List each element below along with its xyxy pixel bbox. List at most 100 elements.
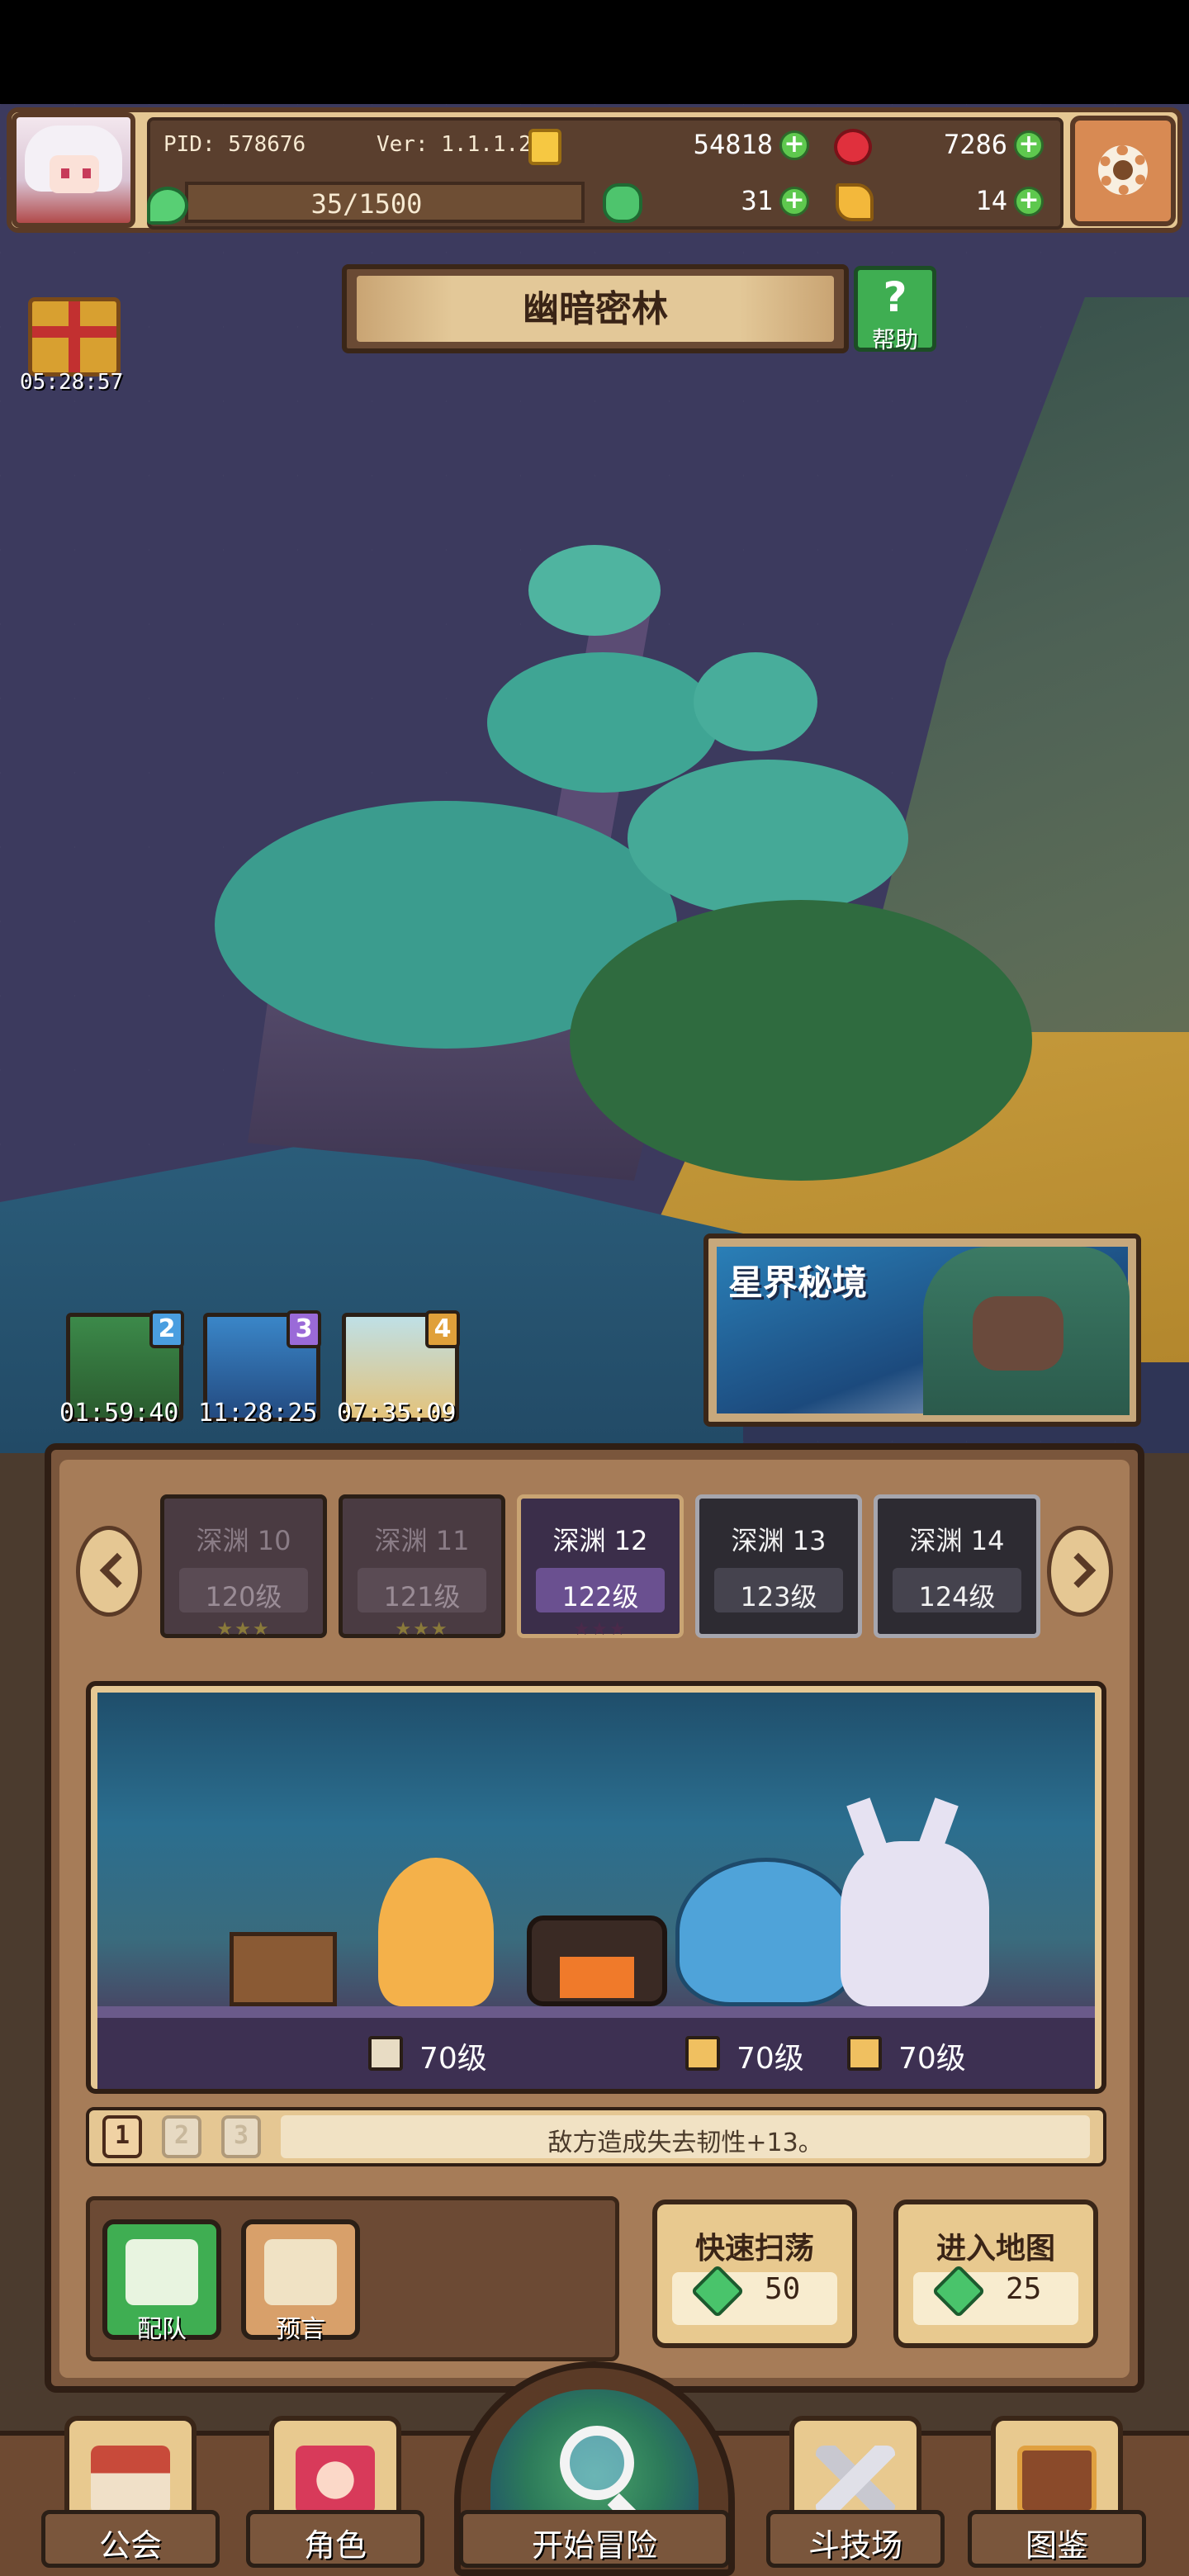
avatar-eye bbox=[83, 168, 91, 178]
gold-amount: 54818 bbox=[693, 129, 773, 160]
forest-canopy bbox=[487, 652, 718, 793]
portal-timer: 11:28:25 bbox=[198, 1399, 318, 1428]
character-icon bbox=[296, 2446, 375, 2515]
player-id: PID: 578676 bbox=[163, 132, 306, 157]
stage-name: 深渊 12 bbox=[552, 1525, 648, 1556]
settings-button[interactable] bbox=[1070, 116, 1176, 226]
enter-map-label: 进入地图 bbox=[936, 2232, 1055, 2266]
add-clover-button[interactable]: + bbox=[779, 187, 809, 216]
team-icon bbox=[126, 2239, 198, 2305]
nav-guild-label: 公会 bbox=[98, 2527, 162, 2564]
help-label: 帮助 bbox=[871, 326, 918, 353]
bow-icon bbox=[847, 2036, 882, 2071]
buff-tab-1[interactable]: 1 bbox=[102, 2115, 142, 2158]
add-ruby-button[interactable]: + bbox=[1014, 130, 1044, 160]
gold-coin-icon bbox=[528, 129, 561, 165]
crate-enemy bbox=[230, 1932, 337, 2006]
nav-codex-label: 图鉴 bbox=[1025, 2527, 1088, 2564]
status-bar bbox=[0, 0, 1189, 104]
crossed-swords-icon bbox=[816, 2446, 895, 2515]
clover-icon bbox=[603, 183, 642, 223]
stage-card-abyss-13[interactable]: 深渊 13 123级 bbox=[695, 1494, 862, 1638]
rabbit-mage-enemy bbox=[841, 1841, 989, 2006]
ruby-icon bbox=[834, 129, 872, 165]
medusa-face bbox=[973, 1296, 1063, 1371]
ruby-amount: 7286 bbox=[943, 129, 1007, 160]
forest-canopy bbox=[528, 545, 661, 636]
forest-canopy bbox=[694, 652, 817, 751]
portal-timer: 07:35:09 bbox=[337, 1399, 457, 1428]
key-amount: 14 bbox=[975, 185, 1007, 216]
sweep-cost-box bbox=[672, 2272, 837, 2325]
clover-amount: 31 bbox=[741, 185, 773, 216]
stage-name: 深渊 10 bbox=[196, 1525, 291, 1556]
astral-realm-title: 星界秘境 bbox=[728, 1262, 868, 1303]
stamina-value: 35/1500 bbox=[310, 188, 423, 220]
quick-sweep-button[interactable] bbox=[652, 2200, 857, 2348]
stage-card-abyss-11[interactable]: 深渊 11 121级 ★★★ bbox=[339, 1494, 505, 1640]
buff-tab-2[interactable]: 2 bbox=[162, 2115, 201, 2158]
crystal-ball-icon bbox=[264, 2239, 337, 2305]
quick-sweep-label: 快速扫荡 bbox=[694, 2232, 814, 2266]
enter-cost: 25 bbox=[1006, 2272, 1042, 2306]
book-icon bbox=[1017, 2446, 1097, 2515]
gift-timer: 05:28:57 bbox=[20, 370, 124, 395]
question-icon: ? bbox=[883, 273, 907, 321]
game-scene: PID: 578676 Ver: 1.1.1.2 54818 + 7286 + … bbox=[0, 0, 1189, 2576]
guild-icon bbox=[91, 2446, 170, 2515]
cauldron-fire bbox=[560, 1957, 634, 1998]
battle-preview-scene bbox=[97, 1693, 1095, 2023]
magnifier-icon bbox=[560, 2426, 634, 2500]
add-gold-button[interactable]: + bbox=[779, 130, 809, 160]
stage-level: 122级 bbox=[561, 1581, 639, 1612]
prophecy-label: 预言 bbox=[276, 2315, 325, 2344]
stage-level: 123级 bbox=[740, 1581, 817, 1612]
stage-stars: ★★★ bbox=[573, 1619, 628, 1640]
forest-canopy bbox=[628, 760, 908, 916]
stage-card-abyss-10[interactable]: 深渊 10 120级 ★★★ bbox=[160, 1494, 327, 1640]
stage-level: 124级 bbox=[918, 1581, 996, 1612]
shield-icon bbox=[368, 2036, 403, 2071]
enter-cost-box bbox=[913, 2272, 1078, 2325]
chevron-right-icon bbox=[1060, 1552, 1097, 1589]
avatar-eye bbox=[61, 168, 69, 178]
portal-timer: 01:59:40 bbox=[59, 1399, 179, 1428]
next-stage-arrow[interactable] bbox=[1047, 1526, 1113, 1617]
stage-card-abyss-14[interactable]: 深渊 14 124级 bbox=[874, 1494, 1040, 1638]
stage-level: 121级 bbox=[383, 1581, 461, 1612]
stage-name: 深渊 13 bbox=[731, 1525, 827, 1556]
buff-tab-3[interactable]: 3 bbox=[221, 2115, 261, 2158]
chevron-left-icon bbox=[99, 1552, 135, 1589]
gift-ribbon bbox=[32, 326, 116, 338]
stage-stars: ★★★ bbox=[216, 1619, 271, 1640]
map-title: 幽暗密林 bbox=[523, 288, 668, 330]
stage-name: 深渊 14 bbox=[909, 1525, 1005, 1556]
gift-box-button[interactable] bbox=[28, 297, 121, 376]
enter-map-button[interactable] bbox=[893, 2200, 1098, 2348]
dark-forest-area[interactable] bbox=[570, 900, 1032, 1181]
bow-level: 70级 bbox=[898, 2042, 966, 2076]
fox-girl-enemy bbox=[378, 1858, 494, 2006]
stage-stars: ★★★ bbox=[395, 1619, 449, 1640]
buff-description: 敌方造成失去韧性+13。 bbox=[547, 2129, 823, 2157]
stage-level: 120级 bbox=[205, 1581, 282, 1612]
nav-arena-label: 斗技场 bbox=[808, 2527, 902, 2564]
portal-badge: 4 bbox=[425, 1310, 460, 1348]
gear-center bbox=[1113, 160, 1133, 180]
portal-badge: 2 bbox=[149, 1310, 184, 1348]
shield-level: 70级 bbox=[419, 2042, 487, 2076]
sword-level: 70级 bbox=[737, 2042, 804, 2076]
sword-icon bbox=[685, 2036, 720, 2071]
avatar-face bbox=[50, 155, 99, 193]
add-key-button[interactable]: + bbox=[1014, 187, 1044, 216]
portal-badge: 3 bbox=[287, 1310, 321, 1348]
stamina-leaf-icon bbox=[147, 187, 188, 225]
player-avatar[interactable] bbox=[12, 112, 135, 228]
stage-card-abyss-12[interactable]: 深渊 12 122级 ★★★ bbox=[517, 1494, 684, 1640]
nav-adventure-label: 开始冒险 bbox=[531, 2527, 657, 2564]
mushroom-enemy bbox=[675, 1858, 857, 2006]
prev-stage-arrow[interactable] bbox=[76, 1526, 142, 1617]
team-label: 配队 bbox=[137, 2315, 187, 2344]
game-version: Ver: 1.1.1.2 bbox=[377, 132, 532, 157]
key-icon bbox=[836, 183, 874, 221]
